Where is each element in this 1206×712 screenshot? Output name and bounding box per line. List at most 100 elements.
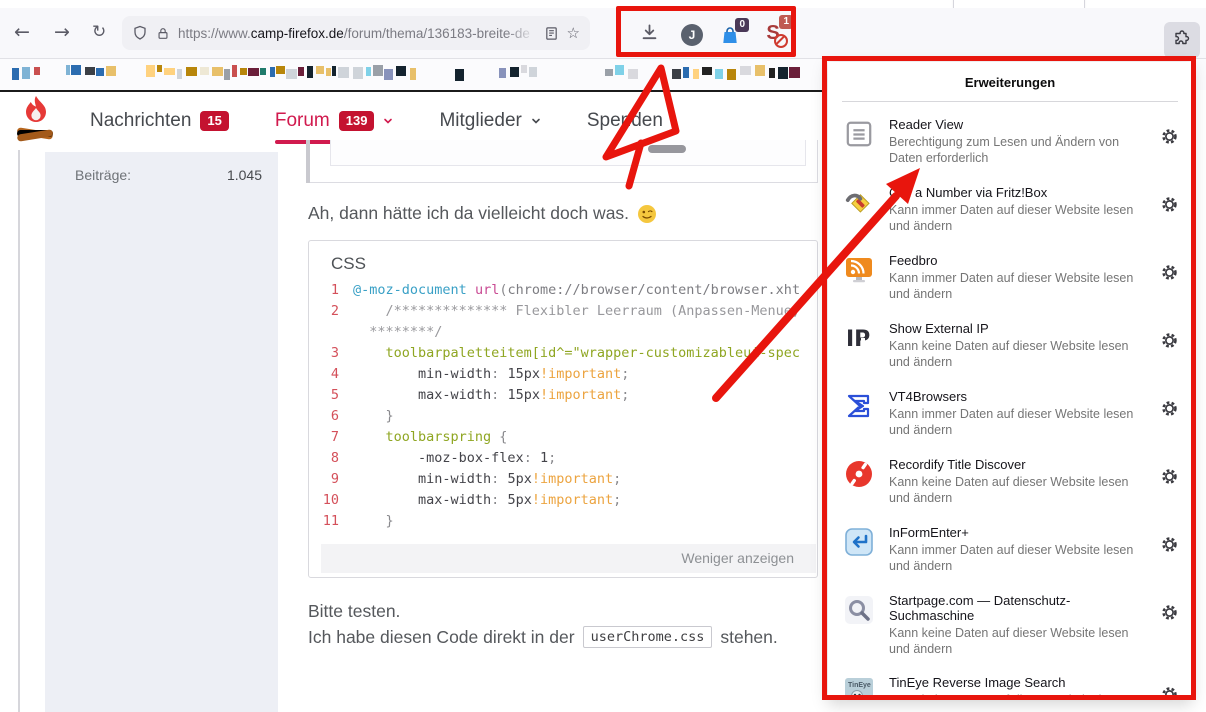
nav-mitglieder[interactable]: Mitglieder <box>439 110 540 132</box>
code-line: 8 -moz-box-flex: 1; <box>309 448 817 469</box>
author-info-box: Beiträge: 1.045 <box>45 152 278 712</box>
line-number: 2 <box>309 301 353 322</box>
extension-name: Call a Number via Fritz!Box <box>889 185 1146 200</box>
gear-icon[interactable] <box>1161 468 1178 490</box>
extension-item[interactable]: Call a Number via Fritz!Box Kann immer Da… <box>828 176 1192 244</box>
extension-permission: Kann immer Daten auf dieser Website lese… <box>889 270 1146 302</box>
extension-permission: Kann immer Daten auf dieser Website lese… <box>889 202 1146 234</box>
code-line: 7 toolbarspring { <box>309 427 817 448</box>
extensions-panel: Erweiterungen Reader View Berechtigung zu… <box>828 62 1192 700</box>
censored-bookmarks <box>0 58 820 90</box>
extension-item[interactable]: Recordify Title DiscoverKann keine Daten… <box>828 448 1192 516</box>
download-icon[interactable] <box>640 23 659 47</box>
code-line: 3 toolbarpaletteitem[id^="wrapper-custom… <box>309 343 817 364</box>
gear-icon[interactable] <box>1161 604 1178 626</box>
code-line: 1@-moz-document url(chrome://browser/con… <box>309 280 817 301</box>
gear-icon[interactable] <box>1161 264 1178 286</box>
extension-name: Feedbro <box>889 253 1146 268</box>
reload-icon[interactable]: ↻ <box>92 22 106 42</box>
gear-icon[interactable] <box>1161 686 1178 700</box>
gear-icon[interactable] <box>1161 536 1178 558</box>
line-number: 3 <box>309 343 353 364</box>
code-line: 11 } <box>309 511 817 532</box>
post-paragraph: Bitte testen. <box>308 601 400 622</box>
extension-name: Show External IP <box>889 321 1146 336</box>
url-bar[interactable]: https://www.camp-firefox.de/forum/thema/… <box>122 16 590 50</box>
nachrichten-count-badge: 15 <box>200 111 228 131</box>
gear-icon[interactable] <box>1161 196 1178 218</box>
code-line: 6 } <box>309 406 817 427</box>
back-icon[interactable]: ← <box>14 21 30 43</box>
feedbro-rss-icon <box>844 255 874 285</box>
puzzle-icon <box>1172 30 1192 50</box>
extension-name: TinEye Reverse Image Search <box>889 675 1146 690</box>
extension-item[interactable]: Startpage.com — Datenschutz-Suchmaschine… <box>828 584 1192 666</box>
post-paragraph: Ich habe diesen Code direkt in der userC… <box>308 626 778 648</box>
s-extension-icon[interactable]: S 1 <box>762 22 784 46</box>
extension-item[interactable]: TinEye TinEye Reverse Image Search Kann ke… <box>828 666 1192 700</box>
extension-item[interactable]: VT4Browsers Kann immer Daten auf dieser W… <box>828 380 1192 448</box>
extension-permission: Berechtigung zum Lesen und Ändern von Da… <box>889 134 1146 166</box>
blocked-indicator-icon <box>774 34 788 48</box>
badge-count: 1 <box>779 15 793 29</box>
code-body: 1@-moz-document url(chrome://browser/con… <box>309 280 817 532</box>
badge-count: 0 <box>735 18 749 32</box>
code-line: 2 /************** Flexibler Leerraum (An… <box>309 301 817 322</box>
line-number <box>309 322 353 343</box>
chevron-down-icon <box>383 116 393 126</box>
collapsed-block-scrollbar[interactable] <box>306 140 310 183</box>
gear-icon[interactable] <box>1161 332 1178 354</box>
extension-permission: Kann immer Daten auf dieser Website lese… <box>889 542 1146 574</box>
extension-name: VT4Browsers <box>889 389 1146 404</box>
extension-item[interactable]: InFormEnter+ Kann immer Daten auf dieser … <box>828 516 1192 584</box>
horizontal-scrollbar-thumb[interactable] <box>648 145 686 153</box>
collapse-code-link[interactable]: Weniger anzeigen <box>321 544 816 573</box>
chevron-down-icon <box>531 116 541 126</box>
forward-icon[interactable]: → <box>54 21 70 43</box>
line-number: 11 <box>309 511 353 532</box>
code-line: ********/ <box>309 322 817 343</box>
extension-item[interactable]: Reader View Berechtigung zum Lesen und Än… <box>828 108 1192 176</box>
enter-arrow-icon <box>844 527 874 557</box>
shopping-bag-extension-icon[interactable]: 0 <box>720 25 740 51</box>
tab-strip <box>0 0 1206 8</box>
extension-permission: Kann keine Daten auf dieser Website lese… <box>889 692 1146 700</box>
inline-code-filename: userChrome.css <box>583 626 713 648</box>
code-line: 9 min-width: 5px!important; <box>309 469 817 490</box>
shield-icon[interactable] <box>132 25 148 41</box>
extension-item[interactable]: IPShow External IPKann keine Daten auf d… <box>828 312 1192 380</box>
wink-emoji-icon <box>637 204 657 224</box>
posts-count: 1.045 <box>227 167 262 183</box>
nav-nachrichten[interactable]: Nachrichten 15 <box>90 110 229 132</box>
lock-icon[interactable] <box>156 26 170 41</box>
panel-title: Erweiterungen <box>828 62 1192 101</box>
reader-mode-icon[interactable] <box>544 26 559 41</box>
svg-text:TinEye: TinEye <box>848 682 871 689</box>
gear-icon[interactable] <box>1161 400 1178 422</box>
sigma-icon <box>844 391 874 421</box>
extension-name: Recordify Title Discover <box>889 457 1146 472</box>
bookmark-star-icon[interactable]: ☆ <box>567 24 580 42</box>
code-block: CSS 1@-moz-document url(chrome://browser… <box>308 240 818 578</box>
fritzbox-phone-icon <box>844 187 874 217</box>
campfire-logo-icon[interactable] <box>14 94 58 149</box>
extensions-list: Reader View Berechtigung zum Lesen und Än… <box>828 102 1192 700</box>
gear-icon[interactable] <box>1161 128 1178 150</box>
extension-name: Reader View <box>889 117 1146 132</box>
extension-permission: Kann immer Daten auf dieser Website lese… <box>889 406 1146 438</box>
line-number: 1 <box>309 280 353 301</box>
extension-item[interactable]: Feedbro Kann immer Daten auf dieser Websi… <box>828 244 1192 312</box>
nav-spenden[interactable]: Spenden <box>587 110 663 132</box>
nav-forum[interactable]: Forum 139 <box>275 110 394 132</box>
svg-text:IP: IP <box>846 327 870 352</box>
extension-name: InFormEnter+ <box>889 525 1146 540</box>
extension-name: Startpage.com — Datenschutz-Suchmaschine <box>889 593 1146 623</box>
code-line: 10 max-width: 5px!important; <box>309 490 817 511</box>
ip-logo-icon: IP <box>844 323 874 353</box>
line-number: 4 <box>309 364 353 385</box>
extensions-toolbar-button[interactable] <box>1164 22 1200 58</box>
code-language-label: CSS <box>309 241 817 280</box>
line-number: 8 <box>309 448 353 469</box>
line-number: 7 <box>309 427 353 448</box>
account-extension-icon[interactable]: J <box>681 24 703 46</box>
